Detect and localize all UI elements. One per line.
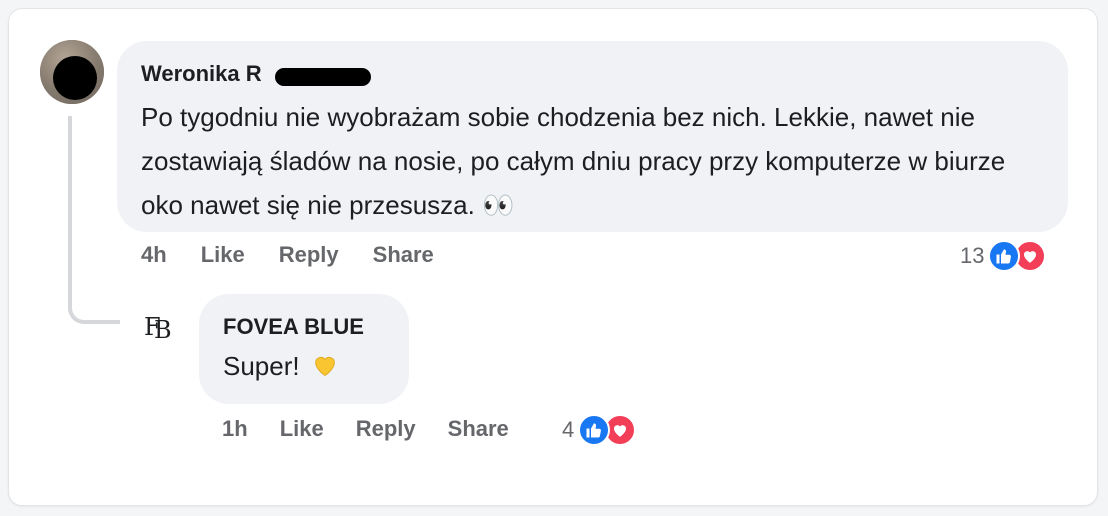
share-button[interactable]: Share: [373, 242, 434, 268]
like-icon: [578, 414, 611, 446]
reply-like-button[interactable]: Like: [280, 416, 324, 442]
comment-text: Po tygodniu nie wyobrażam sobie chodzeni…: [141, 102, 1006, 220]
reply-share-button[interactable]: Share: [448, 416, 509, 442]
reply-text-line: Super!: [223, 348, 385, 388]
fovea-blue-logo[interactable]: F B: [142, 308, 176, 344]
like-icon: [988, 240, 1021, 272]
reply-button[interactable]: Reply: [279, 242, 339, 268]
like-button[interactable]: Like: [201, 242, 245, 268]
reply-reactions[interactable]: 4: [562, 414, 637, 446]
comment-actions: 4h Like Reply Share: [141, 242, 468, 268]
reply-text: Super!: [223, 351, 300, 381]
thread-connector: [68, 116, 120, 324]
comment-author[interactable]: Weronika R: [141, 61, 262, 87]
reply-bubble: FOVEA BLUE Super!: [199, 294, 409, 404]
reply-reaction-count: 4: [562, 417, 575, 442]
avatar-redaction: [53, 56, 97, 100]
reply-reply-button[interactable]: Reply: [356, 416, 416, 442]
comment-timestamp[interactable]: 4h: [141, 242, 167, 268]
comment-bubble: Weronika R Po tygodniu nie wyobrażam sob…: [117, 41, 1068, 232]
reply-timestamp[interactable]: 1h: [222, 416, 248, 442]
comment-reactions[interactable]: 13: [960, 240, 1047, 272]
avatar[interactable]: [40, 40, 104, 104]
svg-text:B: B: [154, 316, 172, 342]
yellow-heart-icon: [311, 351, 339, 388]
reply-author[interactable]: FOVEA BLUE: [223, 314, 364, 340]
reply-actions: 1h Like Reply Share: [222, 416, 543, 442]
author-name-redaction: [275, 68, 371, 86]
reaction-count: 13: [960, 243, 985, 268]
